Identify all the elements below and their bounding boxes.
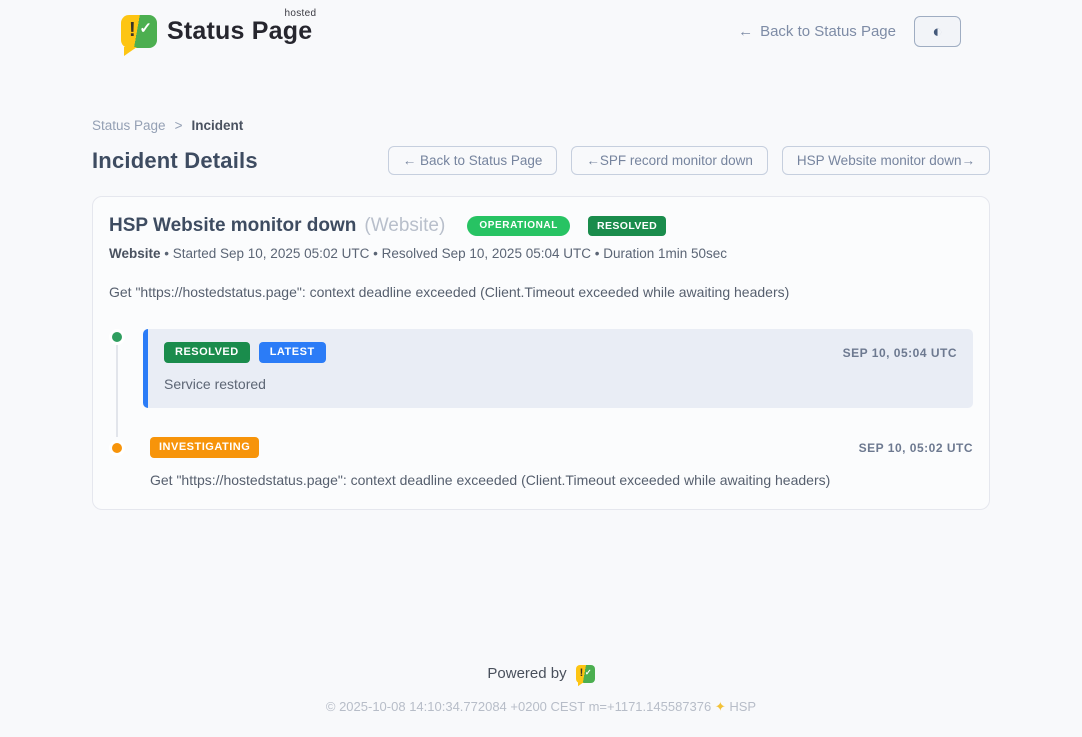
resolved-badge: RESOLVED [164,342,250,363]
check-icon: ✓ [139,19,152,37]
copyright-line: © 2025-10-08 14:10:34.772084 +0200 CEST … [0,699,1082,715]
status-page-logo-icon-small: ! ✓ [576,665,595,683]
investigating-badge: INVESTIGATING [150,437,259,458]
left-arrow-icon: ← [738,23,753,40]
incident-meta: Website • Started Sep 10, 2025 05:02 UTC… [109,246,973,261]
theme-toggle-button[interactable]: ◐ [914,16,961,47]
incident-card: HSP Website monitor down (Website) OPERA… [92,196,990,510]
incident-description: Get "https://hostedstatus.page": context… [109,284,973,300]
entry-timestamp: SEP 10, 05:04 UTC [843,346,957,360]
incident-nav-buttons: ← Back to Status Page ←SPF record monito… [388,146,990,175]
meta-component-name: Website [109,246,161,261]
resolved-status-badge: RESOLVED [588,216,666,237]
investigating-dot-icon [109,440,125,456]
entry-message: Get "https://hostedstatus.page": context… [150,472,973,488]
latest-badge: LATEST [259,342,326,363]
brand[interactable]: ! ✓ Status Page hosted [121,15,312,48]
back-to-status-page-link[interactable]: ← Back to Status Page [738,23,896,40]
back-to-status-page-button[interactable]: ← Back to Status Page [388,146,558,175]
brand-hosted-label: hosted [284,8,316,19]
contrast-icon: ◐ [932,23,942,40]
header: ! ✓ Status Page hosted ← Back to Status … [121,0,961,48]
entry-message: Service restored [164,376,957,392]
resolved-dot-icon [109,329,125,345]
timeline-entry-investigating: INVESTIGATING SEP 10, 05:02 UTC Get "htt… [109,437,973,488]
entry-timestamp: SEP 10, 05:02 UTC [859,441,973,455]
main-content: Status Page > Incident Incident Details … [92,118,990,510]
next-incident-button[interactable]: HSP Website monitor down→ [782,146,990,175]
timeline-entry-content: INVESTIGATING SEP 10, 05:02 UTC Get "htt… [143,437,973,488]
breadcrumb-status-page[interactable]: Status Page [92,118,166,133]
timeline-entry-box: RESOLVED LATEST SEP 10, 05:04 UTC Servic… [143,329,973,408]
breadcrumb: Status Page > Incident [92,118,990,133]
prev-incident-button[interactable]: ←SPF record monitor down [571,146,768,175]
timeline-entry-resolved: RESOLVED LATEST SEP 10, 05:04 UTC Servic… [109,329,973,408]
operational-badge: OPERATIONAL [467,216,570,236]
sparkles-icon: ✦ [715,699,726,714]
page-title: Incident Details [92,148,258,174]
incident-timeline: RESOLVED LATEST SEP 10, 05:04 UTC Servic… [109,329,973,488]
breadcrumb-separator: > [175,118,183,133]
breadcrumb-incident: Incident [191,118,243,133]
incident-component: (Website) [364,215,445,237]
footer: Powered by ! ✓ © 2025-10-08 14:10:34.772… [0,665,1082,716]
incident-title: HSP Website monitor down [109,215,356,237]
powered-by[interactable]: Powered by ! ✓ [487,665,594,683]
brand-name: Status Page hosted [167,17,312,46]
meta-details: • Started Sep 10, 2025 05:02 UTC • Resol… [161,246,728,261]
check-icon: ✓ [585,668,592,677]
status-page-logo-icon: ! ✓ [121,15,157,48]
